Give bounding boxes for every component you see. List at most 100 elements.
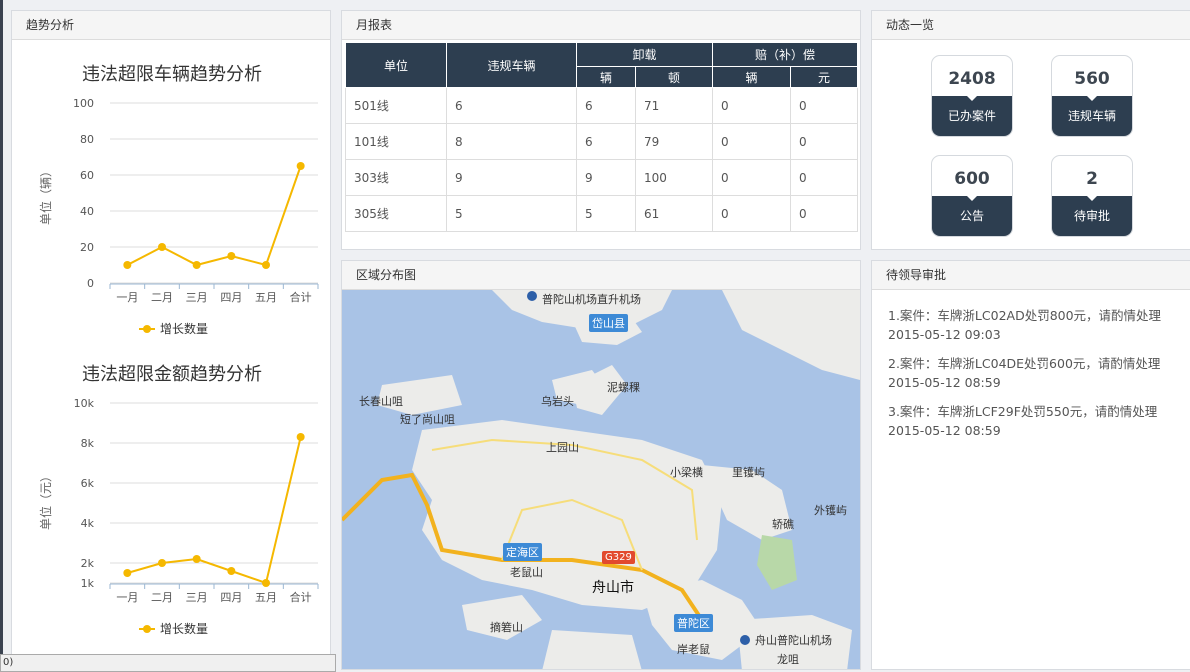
header-comp-vehicles: 辆 bbox=[712, 66, 791, 88]
map-label: 龙咀 bbox=[777, 653, 799, 666]
region-panel: 区域分布图 普陀山机场直升机场 岱山县 泥螺稞 乌岩头 长春山咀 短了尚山咀 上… bbox=[341, 260, 861, 670]
x-tick-label: 一月 bbox=[116, 291, 138, 304]
island-south bbox=[542, 630, 642, 669]
data-point bbox=[262, 579, 270, 587]
announcement-card[interactable]: 600 公告 bbox=[931, 155, 1013, 237]
cases-handled-card[interactable]: 2408 已办案件 bbox=[931, 55, 1013, 137]
y-tick-label: 40 bbox=[80, 205, 94, 218]
report-panel-title: 月报表 bbox=[342, 11, 860, 40]
chart1-ylabel: 单位（辆） bbox=[38, 165, 53, 225]
airport-icon bbox=[740, 635, 750, 645]
card-value: 600 bbox=[954, 169, 990, 189]
trend-panel-title: 趋势分析 bbox=[12, 11, 330, 40]
data-point bbox=[296, 433, 305, 441]
violation-vehicles-card[interactable]: 560 违规车辆 bbox=[1051, 55, 1133, 137]
cell: 6 bbox=[576, 123, 636, 160]
table-row: 101线 8 6 79 0 0 bbox=[345, 123, 858, 160]
list-item[interactable]: 1.案件：车牌浙LC02AD处罚800元，请酌情处理 2015-05-12 09… bbox=[888, 306, 1178, 344]
series-line bbox=[127, 436, 302, 585]
card-value: 2408 bbox=[948, 69, 996, 89]
chart2-ylabel: 单位（元） bbox=[38, 470, 53, 530]
cell: 100 bbox=[635, 159, 713, 196]
y-tick-label: 80 bbox=[80, 133, 94, 146]
cell: 6 bbox=[446, 87, 577, 124]
y-tick-label: 60 bbox=[80, 169, 94, 182]
cell: 5 bbox=[446, 195, 577, 232]
pending-text: 1.案件：车牌浙LC02AD处罚800元，请酌情处理 bbox=[888, 308, 1162, 323]
pending-time: 2015-05-12 08:59 bbox=[888, 423, 1001, 438]
cell: 5 bbox=[576, 195, 636, 232]
y-tick-label: 4k bbox=[81, 517, 95, 530]
header-unload-vehicles: 辆 bbox=[576, 66, 636, 88]
left-edge-bar bbox=[0, 0, 3, 672]
header-unit: 单位 bbox=[345, 42, 447, 88]
pending-time: 2015-05-12 09:03 bbox=[888, 327, 1001, 342]
dynamic-panel: 动态一览 2408 已办案件 560 违规车辆 600 公告 2 待审批 bbox=[871, 10, 1190, 250]
x-tick-label: 二月 bbox=[151, 291, 173, 304]
x-tick-label: 合计 bbox=[290, 590, 312, 604]
cell: 6 bbox=[576, 87, 636, 124]
card-notch bbox=[1085, 94, 1099, 101]
trend-panel: 趋势分析 违法超限车辆趋势分析 单位（辆） 0 20 40 60 80 100 一月 二月 三月… bbox=[11, 10, 331, 656]
y-tick-label: 1k bbox=[81, 577, 95, 590]
dynamic-panel-title: 动态一览 bbox=[872, 11, 1190, 40]
card-label: 已办案件 bbox=[932, 96, 1012, 136]
cell: 0 bbox=[790, 123, 858, 160]
chart2-legend[interactable]: 增长数量 bbox=[160, 621, 208, 636]
card-label: 公告 bbox=[932, 196, 1012, 236]
map-badge: 定海区 bbox=[503, 543, 542, 561]
cell: 0 bbox=[712, 195, 791, 232]
pending-text: 2.案件：车牌浙LC04DE处罚600元，请酌情处理 bbox=[888, 356, 1161, 371]
data-point bbox=[123, 261, 132, 269]
cell: 101线 bbox=[345, 123, 447, 160]
header-unload-tons: 顿 bbox=[635, 66, 713, 88]
status-bar: 0) bbox=[0, 654, 336, 672]
card-value: 560 bbox=[1074, 69, 1110, 89]
data-point bbox=[123, 569, 132, 577]
region-map[interactable]: 普陀山机场直升机场 岱山县 泥螺稞 乌岩头 长春山咀 短了尚山咀 上园山 小梁横… bbox=[342, 290, 860, 669]
pending-approval-card[interactable]: 2 待审批 bbox=[1051, 155, 1133, 237]
y-tick-label: 100 bbox=[73, 97, 94, 110]
airport-icon bbox=[527, 291, 537, 301]
data-point bbox=[158, 559, 166, 567]
y-tick-label: 0 bbox=[87, 277, 94, 290]
card-value: 2 bbox=[1086, 169, 1098, 189]
data-point bbox=[192, 261, 201, 269]
cell: 71 bbox=[635, 87, 713, 124]
pending-text: 3.案件：车牌浙LCF29F处罚550元，请酌情处理 bbox=[888, 404, 1158, 419]
card-notch bbox=[965, 94, 979, 101]
report-panel: 月报表 单位 违规车辆 卸载 赔（补）偿 辆 顿 辆 元 501线 6 6 71 0 0 … bbox=[341, 10, 861, 250]
card-notch bbox=[965, 194, 979, 201]
map-badge: 普陀区 bbox=[674, 614, 713, 632]
chart1-legend[interactable]: 增长数量 bbox=[160, 321, 208, 336]
x-tick-label: 合计 bbox=[290, 290, 312, 304]
y-tick-label: 2k bbox=[81, 557, 95, 570]
data-point bbox=[296, 162, 305, 170]
pending-panel-title: 待领导审批 bbox=[872, 261, 1190, 290]
map-badge: 岱山县 bbox=[589, 314, 628, 332]
chart1-title: 违法超限车辆趋势分析 bbox=[82, 64, 262, 85]
region-panel-title: 区域分布图 bbox=[342, 261, 860, 290]
cell: 305线 bbox=[345, 195, 447, 232]
x-tick-label: 四月 bbox=[220, 291, 242, 304]
cell: 0 bbox=[790, 195, 858, 232]
list-item[interactable]: 2.案件：车牌浙LC04DE处罚600元，请酌情处理 2015-05-12 08… bbox=[888, 354, 1178, 392]
y-tick-label: 8k bbox=[81, 437, 95, 450]
y-tick-label: 20 bbox=[80, 241, 94, 254]
cell: 0 bbox=[712, 159, 791, 196]
data-point bbox=[227, 252, 236, 260]
x-tick-label: 四月 bbox=[220, 591, 242, 604]
data-point bbox=[227, 567, 236, 575]
y-tick-label: 6k bbox=[81, 477, 95, 490]
cell: 303线 bbox=[345, 159, 447, 196]
map-label: 摘箬山 bbox=[490, 621, 523, 634]
series-line bbox=[126, 165, 302, 267]
cell: 79 bbox=[635, 123, 713, 160]
y-tick-label: 10k bbox=[74, 397, 95, 410]
list-item[interactable]: 3.案件：车牌浙LCF29F处罚550元，请酌情处理 2015-05-12 08… bbox=[888, 402, 1178, 440]
cell: 8 bbox=[446, 123, 577, 160]
cell: 0 bbox=[790, 159, 858, 196]
x-tick-label: 三月 bbox=[186, 291, 208, 304]
card-label: 违规车辆 bbox=[1052, 96, 1132, 136]
header-comp-yuan: 元 bbox=[790, 66, 858, 88]
